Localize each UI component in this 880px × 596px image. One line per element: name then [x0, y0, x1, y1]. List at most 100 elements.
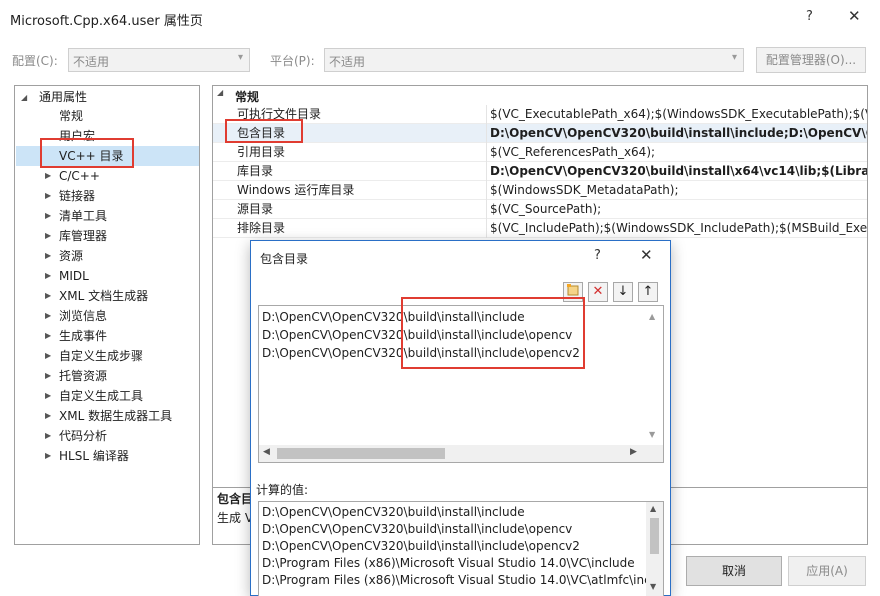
config-manager-button[interactable]: 配置管理器(O)... — [756, 47, 866, 73]
expand-icon[interactable]: ▶ — [45, 266, 51, 286]
tree-item-manifest-tool[interactable]: ▶ 清单工具 — [45, 206, 107, 226]
tree-item-linker[interactable]: ▶ 链接器 — [45, 186, 95, 206]
grid-row-reference-dirs[interactable]: 引用目录 $(VC_ReferencesPath_x64); — [213, 143, 867, 162]
row-name: 库目录 — [237, 164, 274, 178]
scroll-down-icon[interactable]: ▼ — [650, 582, 656, 591]
expand-icon[interactable]: ▶ — [45, 326, 51, 346]
scroll-right-icon[interactable]: ▶ — [630, 447, 637, 457]
grid-row-library-dirs[interactable]: 库目录 D:\OpenCV\OpenCV320\build\install\x6… — [213, 162, 867, 181]
tree-item-user-macros[interactable]: 用户宏 — [59, 126, 95, 146]
expand-icon[interactable]: ▶ — [45, 306, 51, 326]
platform-select[interactable]: 不适用 ▾ — [324, 48, 744, 72]
tree-item-build-events[interactable]: ▶ 生成事件 — [45, 326, 107, 346]
dialog-help-button[interactable]: ? — [594, 248, 601, 263]
expand-icon[interactable]: ▶ — [45, 446, 51, 466]
expand-icon[interactable]: ▶ — [45, 186, 51, 206]
row-value: $(VC_ReferencesPath_x64); — [485, 143, 655, 162]
tree-item-label: 清单工具 — [59, 209, 108, 223]
expand-icon[interactable]: ◢ — [21, 88, 27, 108]
grid-section-header[interactable]: ◢ 常规 — [213, 86, 867, 105]
tree-item-label: 链接器 — [59, 189, 96, 203]
expand-icon[interactable]: ▶ — [45, 206, 51, 226]
tree-item-hlsl-compiler[interactable]: ▶ HLSL 编译器 — [45, 446, 129, 466]
calc-values-list: D:\OpenCV\OpenCV320\build\install\includ… — [258, 501, 664, 596]
expand-icon[interactable]: ▶ — [45, 346, 51, 366]
row-value: D:\OpenCV\OpenCV320\build\install\x64\vc… — [486, 162, 867, 181]
new-line-icon[interactable] — [563, 282, 583, 302]
help-button[interactable]: ? — [806, 9, 813, 24]
tree-item-midl[interactable]: ▶ MIDL — [45, 266, 89, 286]
row-name: 源目录 — [237, 202, 274, 216]
tree-item-vc-directories[interactable]: VC++ 目录 — [59, 146, 124, 166]
expand-icon[interactable]: ▶ — [45, 246, 51, 266]
expand-icon[interactable]: ▶ — [45, 366, 51, 386]
scroll-up-icon[interactable]: ▲ — [650, 504, 656, 513]
tree-item-general[interactable]: 常规 — [59, 106, 83, 126]
grid-row-exclude-dirs[interactable]: 排除目录 $(VC_IncludePath);$(WindowsSDK_Incl… — [213, 219, 867, 238]
row-name: 可执行文件目录 — [237, 107, 322, 121]
property-pages-window: Microsoft.Cpp.x64.user 属性页 ? ✕ 配置(C): 不适… — [0, 0, 880, 596]
list-item: D:\OpenCV\OpenCV320\build\install\includ… — [262, 522, 573, 536]
move-down-icon[interactable]: ↓ — [613, 282, 633, 302]
expand-icon[interactable]: ▶ — [45, 226, 51, 246]
chevron-down-icon: ▾ — [237, 52, 243, 63]
vertical-scrollbar[interactable]: ▲ ▼ — [646, 502, 663, 596]
apply-button[interactable]: 应用(A) — [788, 556, 866, 586]
delete-line-icon[interactable]: ✕ — [588, 282, 608, 302]
list-item[interactable]: D:\OpenCV\OpenCV320\build\install\includ… — [262, 308, 525, 326]
close-button[interactable]: ✕ — [848, 7, 861, 25]
tree-item-custom-build-tool[interactable]: ▶ 自定义生成工具 — [45, 386, 143, 406]
list-item: D:\OpenCV\OpenCV320\build\install\includ… — [262, 539, 580, 553]
tree-item-label: 自定义生成步骤 — [59, 349, 144, 363]
grid-row-include-dirs[interactable]: 包含目录 D:\OpenCV\OpenCV320\build\install\i… — [213, 124, 867, 143]
scroll-down-icon[interactable]: ▼ — [649, 430, 655, 439]
grid-row-source-dirs[interactable]: 源目录 $(VC_SourcePath); — [213, 200, 867, 219]
scrollbar-thumb[interactable] — [650, 518, 659, 554]
scrollbar-thumb[interactable] — [277, 448, 445, 459]
tree-item-resources[interactable]: ▶ 资源 — [45, 246, 83, 266]
tree-item-cpp[interactable]: ▶ C/C++ — [45, 166, 100, 186]
move-up-icon[interactable]: ↑ — [638, 282, 658, 302]
expand-icon[interactable]: ▶ — [45, 406, 51, 426]
tree-item-label: 资源 — [59, 249, 84, 263]
tree-item-label: 托管资源 — [59, 369, 108, 383]
row-value: $(VC_SourcePath); — [485, 200, 601, 219]
tree-item-label: 自定义生成工具 — [59, 389, 144, 403]
list-item: D:\Program Files (x86)\Microsoft Visual … — [262, 573, 651, 587]
include-dirs-dialog: 包含目录 ? ✕ ✕ ↓ ↑ D:\OpenCV\OpenCV320\build… — [250, 240, 671, 596]
config-label: 配置(C): — [12, 54, 58, 68]
grid-row-winrt-dirs[interactable]: Windows 运行库目录 $(WindowsSDK_MetadataPath)… — [213, 181, 867, 200]
include-dirs-list[interactable]: D:\OpenCV\OpenCV320\build\install\includ… — [258, 305, 664, 463]
expand-icon[interactable]: ▶ — [45, 386, 51, 406]
list-item: D:\OpenCV\OpenCV320\build\install\includ… — [262, 505, 525, 519]
horizontal-scrollbar[interactable]: ◀ ▶ — [259, 445, 663, 462]
row-value: $(WindowsSDK_MetadataPath); — [486, 181, 679, 200]
tree-item-xml-doc-generator[interactable]: ▶ XML 文档生成器 — [45, 286, 148, 306]
config-value: 不适用 — [73, 55, 110, 69]
row-name: 排除目录 — [237, 221, 286, 235]
list-item[interactable]: D:\OpenCV\OpenCV320\build\install\includ… — [262, 326, 572, 344]
scroll-left-icon[interactable]: ◀ — [263, 447, 270, 457]
dialog-close-button[interactable]: ✕ — [640, 246, 653, 264]
config-select[interactable]: 不适用 ▾ — [68, 48, 250, 72]
tree-item-label: 浏览信息 — [59, 309, 108, 323]
description-title: 包含目 — [217, 492, 254, 506]
list-item: D:\Program Files (x86)\Microsoft Visual … — [262, 556, 635, 570]
expand-icon[interactable]: ▶ — [45, 286, 51, 306]
tree-root[interactable]: ◢ 通用属性 — [21, 87, 87, 107]
list-item[interactable]: D:\OpenCV\OpenCV320\build\install\includ… — [262, 344, 580, 362]
cancel-button[interactable]: 取消 — [686, 556, 782, 586]
scroll-up-icon[interactable]: ▲ — [649, 312, 655, 321]
collapse-icon[interactable]: ◢ — [217, 88, 223, 97]
row-value: $(VC_IncludePath);$(WindowsSDK_IncludePa… — [485, 219, 867, 238]
expand-icon[interactable]: ▶ — [45, 426, 51, 446]
tree-item-xml-data-generator[interactable]: ▶ XML 数据生成器工具 — [45, 406, 172, 426]
tree-item-custom-build-step[interactable]: ▶ 自定义生成步骤 — [45, 346, 143, 366]
tree-item-librarian[interactable]: ▶ 库管理器 — [45, 226, 107, 246]
tree-item-code-analysis[interactable]: ▶ 代码分析 — [45, 426, 107, 446]
tree-item-managed-resources[interactable]: ▶ 托管资源 — [45, 366, 107, 386]
row-name: 引用目录 — [237, 145, 286, 159]
expand-icon[interactable]: ▶ — [45, 166, 51, 186]
tree-item-browse-info[interactable]: ▶ 浏览信息 — [45, 306, 107, 326]
grid-row-executable-dirs[interactable]: 可执行文件目录 $(VC_ExecutablePath_x64);$(Windo… — [213, 105, 867, 124]
